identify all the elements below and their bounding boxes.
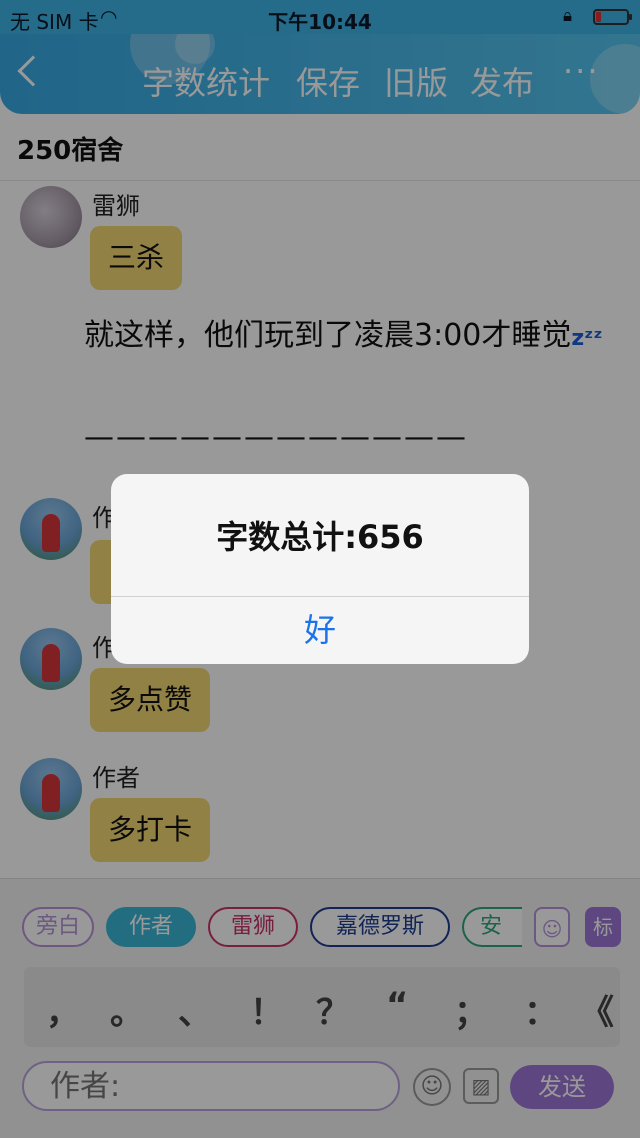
ok-button[interactable]: 好 [111, 597, 529, 664]
dialog-message: 字数总计:656 [216, 518, 424, 556]
word-count-dialog: 字数总计:656 好 [111, 474, 529, 664]
